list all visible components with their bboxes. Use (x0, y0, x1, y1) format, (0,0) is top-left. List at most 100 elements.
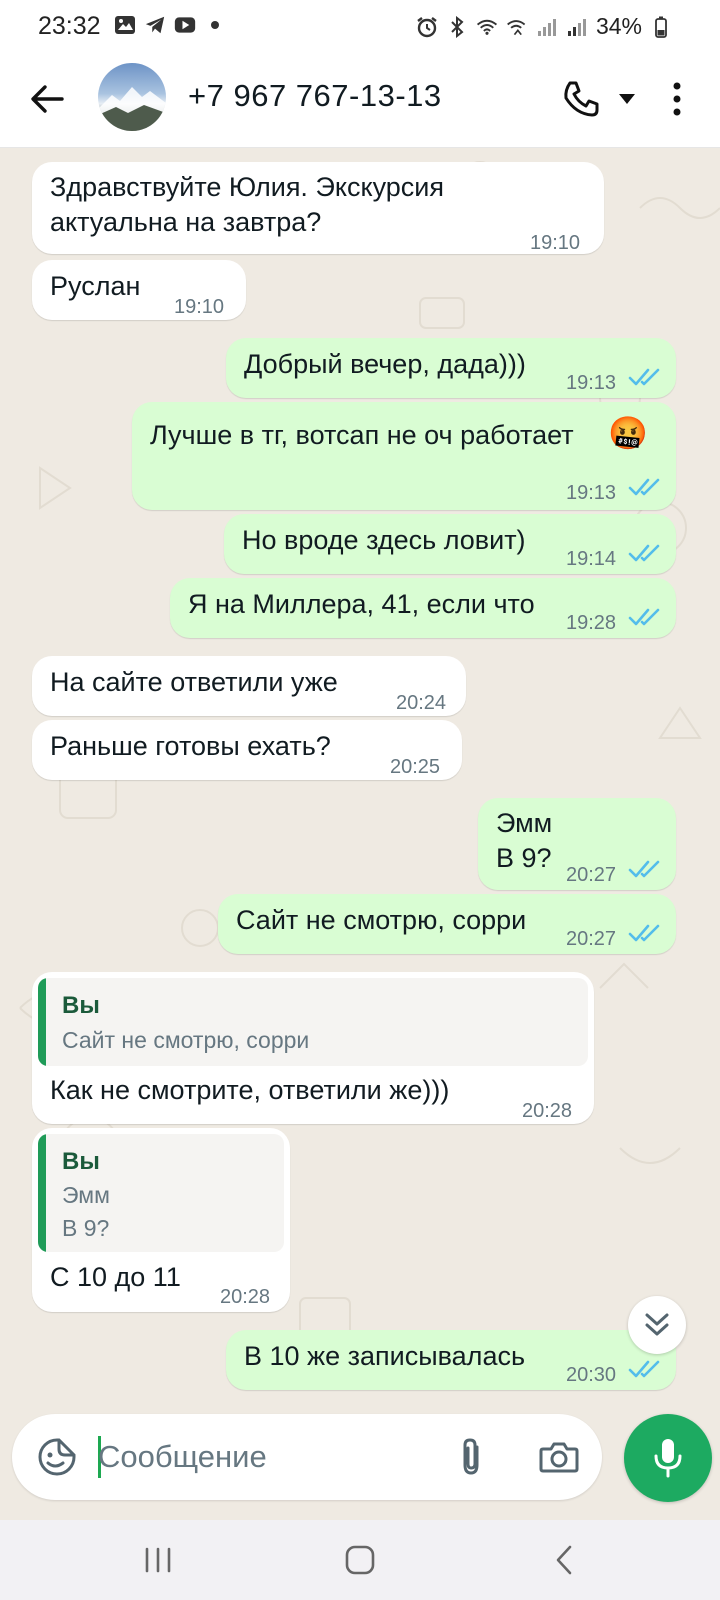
message-outgoing[interactable]: В 10 же записывалась 20:30 (226, 1330, 676, 1390)
read-ticks-icon (628, 608, 660, 626)
message-incoming-reply[interactable]: Вы Сайт не смотрю, сорри Как не смотрите… (32, 972, 594, 1124)
dot-icon (204, 14, 226, 36)
read-ticks-icon (628, 1360, 660, 1378)
attach-button[interactable] (448, 1434, 494, 1480)
message-time: 19:13 (566, 372, 617, 394)
avatar-image (98, 87, 166, 131)
message-text: С 10 до 11 (50, 1262, 181, 1292)
sticker-icon (38, 1438, 76, 1476)
read-ticks-icon (628, 368, 660, 386)
system-icons: 34% (416, 13, 672, 40)
status-time: 23:32 (38, 12, 101, 40)
quote-bar (38, 978, 46, 1066)
read-ticks-icon (628, 544, 660, 562)
message-time: 20:25 (390, 756, 441, 778)
youtube-icon (174, 14, 196, 36)
recent-apps-icon (145, 1547, 171, 1573)
message-text: Добрый вечер, дада))) (244, 349, 526, 379)
home-icon (345, 1545, 375, 1575)
message-time: 20:28 (522, 1100, 573, 1122)
quote-text: Сайт не смотрю, сорри (62, 1027, 310, 1053)
message-text: Руслан (50, 271, 141, 301)
message-input[interactable] (98, 1432, 428, 1482)
message-outgoing[interactable]: Добрый вечер, дада))) 19:13 (226, 338, 676, 398)
message-text: Я на Миллера, 41, если что (188, 589, 535, 619)
message-incoming[interactable]: Раньше готовы ехать? 20:25 (32, 720, 462, 780)
message-time: 19:10 (174, 296, 225, 318)
message-outgoing[interactable]: Лучше в тг, вотсап не оч работает 🤬 19:1… (132, 402, 676, 510)
read-ticks-icon (628, 478, 660, 496)
message-time: 20:30 (566, 1364, 617, 1386)
quote-text: Эмм В 9? (62, 1182, 110, 1241)
message-input-container[interactable] (12, 1414, 602, 1500)
quote-author: Вы (62, 992, 100, 1019)
recent-apps-button[interactable] (138, 1542, 178, 1578)
back-icon (556, 1545, 572, 1575)
caret-down-icon (619, 94, 635, 104)
more-vert-icon (673, 82, 681, 116)
camera-button[interactable] (534, 1434, 584, 1480)
quoted-message[interactable]: Вы Эмм В 9? (38, 1134, 284, 1252)
contact-name[interactable]: +7 967 767-13-13 (188, 78, 442, 114)
message-text: Но вроде здесь ловит) (242, 525, 526, 555)
sticker-button[interactable] (34, 1434, 80, 1480)
message-text: Раньше готовы ехать? (50, 731, 331, 761)
message-text: Эмм В 9? (496, 808, 553, 873)
message-time: 19:28 (566, 612, 617, 634)
status-bar: 23:32 34% (0, 0, 720, 52)
signal-icon (536, 16, 558, 38)
home-button[interactable] (340, 1542, 380, 1578)
message-incoming-reply[interactable]: Вы Эмм В 9? С 10 до 11 20:28 (32, 1128, 290, 1312)
gallery-icon (114, 14, 136, 36)
contact-avatar[interactable] (98, 63, 166, 131)
message-outgoing[interactable]: Но вроде здесь ловит) 19:14 (224, 514, 676, 574)
quote-bar (38, 1134, 46, 1252)
message-list[interactable]: Здравствуйте Юлия. Экскурсия актуальна н… (0, 148, 720, 1410)
quote-author: Вы (62, 1148, 100, 1175)
message-incoming[interactable]: На сайте ответили уже 20:24 (32, 656, 466, 716)
camera-icon (539, 1442, 579, 1473)
phone-icon (564, 81, 599, 117)
composer-bar (0, 1410, 720, 1520)
wifi-icon (476, 16, 498, 38)
message-outgoing[interactable]: Я на Миллера, 41, если что 19:28 (170, 578, 676, 638)
read-ticks-icon (628, 860, 660, 878)
message-time: 20:24 (396, 692, 447, 714)
message-emoji: 🤬 (608, 414, 648, 452)
telegram-icon (144, 14, 166, 36)
message-time: 19:10 (530, 232, 581, 254)
message-text: Сайт не смотрю, сорри (236, 905, 527, 935)
read-ticks-icon (628, 924, 660, 942)
message-outgoing[interactable]: Сайт не смотрю, сорри 20:27 (218, 894, 676, 954)
mic-icon (654, 1439, 682, 1478)
battery-icon (650, 16, 672, 38)
quoted-message[interactable]: Вы Сайт не смотрю, сорри (38, 978, 588, 1066)
call-options-button[interactable] (614, 86, 640, 112)
back-button[interactable] (22, 74, 72, 124)
signal-icon (566, 16, 588, 38)
more-options-button[interactable] (660, 76, 694, 122)
message-incoming[interactable]: Здравствуйте Юлия. Экскурсия актуальна н… (32, 162, 604, 254)
notification-icons (114, 14, 226, 36)
alarm-icon (416, 16, 438, 38)
battery-percent: 34% (595, 13, 642, 39)
message-time: 20:27 (566, 928, 617, 950)
message-incoming[interactable]: Руслан 19:10 (32, 260, 246, 320)
voice-message-button[interactable] (624, 1414, 712, 1502)
message-outgoing[interactable]: Эмм В 9? 20:27 (478, 798, 676, 890)
attach-icon (463, 1438, 479, 1475)
message-time: 20:27 (566, 864, 617, 886)
message-text: В 10 же записывалась (244, 1341, 526, 1371)
nav-back-button[interactable] (544, 1542, 584, 1578)
message-text: Здравствуйте Юлия. Экскурсия актуальна н… (50, 172, 444, 237)
message-text: На сайте ответили уже (50, 667, 338, 697)
message-text: Лучше в тг, вотсап не оч работает (150, 420, 574, 450)
wifi-call-icon (506, 16, 528, 38)
system-nav-bar (0, 1520, 720, 1600)
voice-call-button[interactable] (558, 76, 604, 122)
chat-header: +7 967 767-13-13 (0, 52, 720, 148)
bluetooth-icon (446, 15, 468, 38)
message-text: Как не смотрите, ответили же))) (50, 1075, 450, 1105)
scroll-to-bottom-button[interactable] (628, 1296, 686, 1354)
double-chevron-down-icon (645, 1313, 669, 1336)
